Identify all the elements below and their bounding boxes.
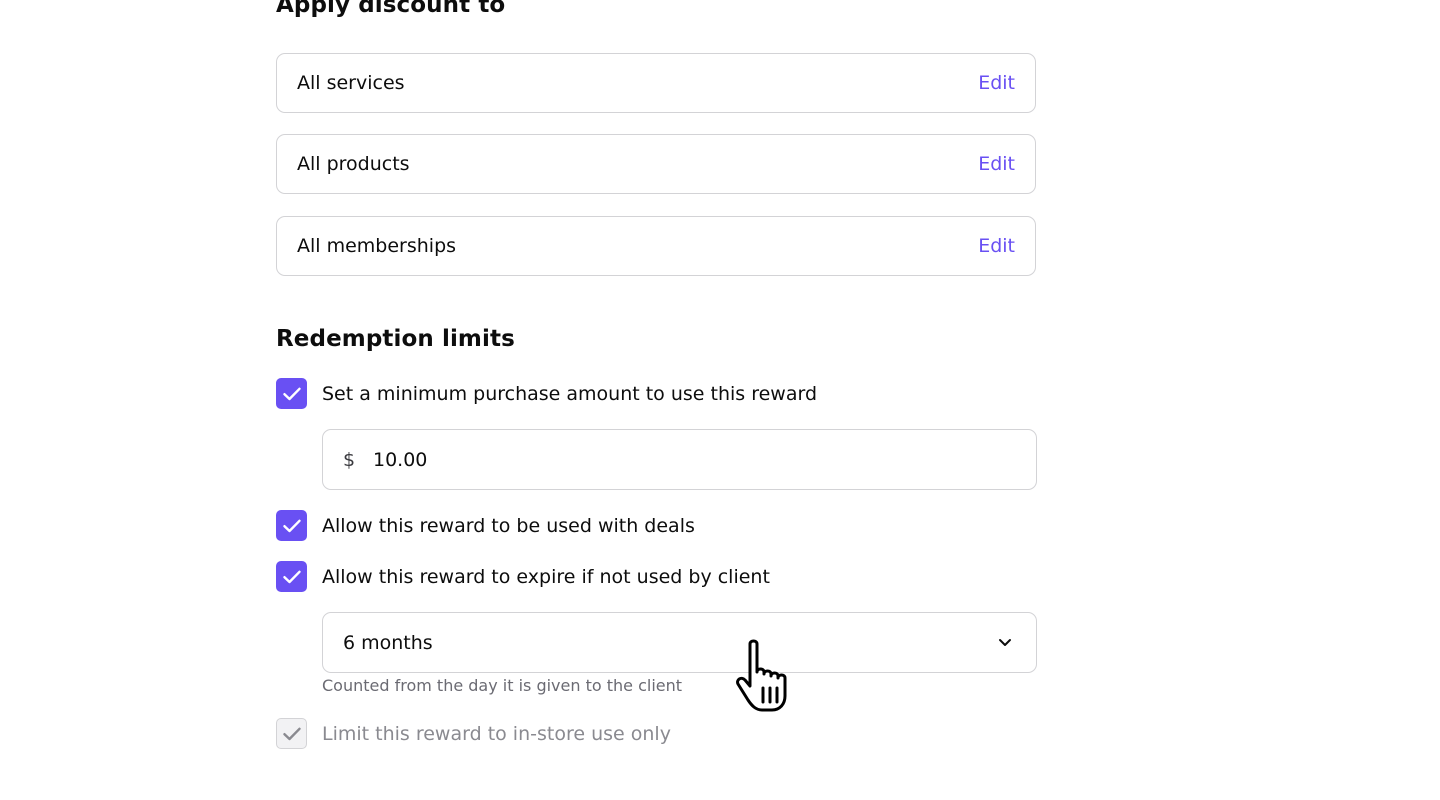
apply-discount-title: Apply discount to <box>276 0 506 18</box>
allow-expire-label: Allow this reward to expire if not used … <box>322 565 770 588</box>
edit-products-link[interactable]: Edit <box>978 153 1015 175</box>
edit-memberships-link[interactable]: Edit <box>978 235 1015 257</box>
allow-deals-checkbox[interactable] <box>276 510 307 541</box>
currency-symbol: $ <box>343 448 356 471</box>
min-purchase-label: Set a minimum purchase amount to use thi… <box>322 382 818 405</box>
scope-label-products: All products <box>297 153 410 175</box>
allow-deals-row: Allow this reward to be used with deals <box>276 510 695 541</box>
check-icon <box>282 727 301 740</box>
scope-row-products: All products Edit <box>276 134 1036 194</box>
min-purchase-amount-field[interactable]: $ <box>322 429 1037 490</box>
expiry-period-value: 6 months <box>343 631 433 654</box>
scope-label-memberships: All memberships <box>297 235 457 257</box>
check-icon <box>282 519 301 532</box>
chevron-down-icon <box>999 639 1011 646</box>
check-icon <box>282 570 301 583</box>
allow-expire-row: Allow this reward to expire if not used … <box>276 561 770 592</box>
edit-services-link[interactable]: Edit <box>978 72 1015 94</box>
expiry-helper-text: Counted from the day it is given to the … <box>322 676 683 695</box>
expiry-period-select[interactable]: 6 months <box>322 612 1037 673</box>
scope-row-memberships: All memberships Edit <box>276 216 1036 276</box>
limit-in-store-row: Limit this reward to in-store use only <box>276 718 671 749</box>
page: Apply discount to All services Edit All … <box>0 0 1440 800</box>
limit-in-store-label: Limit this reward to in-store use only <box>322 722 671 745</box>
limit-in-store-checkbox[interactable] <box>276 718 307 749</box>
allow-deals-label: Allow this reward to be used with deals <box>322 514 695 537</box>
min-purchase-amount-input[interactable] <box>373 448 1016 471</box>
scope-row-services: All services Edit <box>276 53 1036 113</box>
check-icon <box>282 387 301 400</box>
allow-expire-checkbox[interactable] <box>276 561 307 592</box>
redemption-limits-title: Redemption limits <box>276 326 515 352</box>
min-purchase-checkbox[interactable] <box>276 378 307 409</box>
min-purchase-row: Set a minimum purchase amount to use thi… <box>276 378 817 409</box>
scope-label-services: All services <box>297 72 405 94</box>
